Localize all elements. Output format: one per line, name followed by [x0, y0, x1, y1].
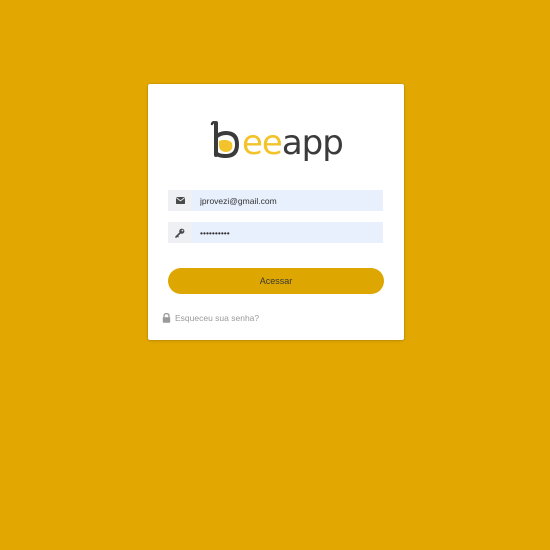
- password-field-group: [168, 222, 383, 243]
- email-input[interactable]: [192, 190, 383, 211]
- forgot-password-link[interactable]: Esqueceu sua senha?: [162, 313, 259, 323]
- password-input[interactable]: [192, 222, 383, 243]
- key-icon: [168, 222, 192, 243]
- logo-wordmark-accent: ee: [242, 123, 283, 163]
- beeapp-logo: eeapp: [210, 116, 344, 164]
- login-card: eeapp Acessar Esqueceu sua senha?: [148, 84, 404, 340]
- email-field-group: [168, 190, 383, 211]
- login-button[interactable]: Acessar: [168, 268, 384, 294]
- envelope-icon: [168, 190, 192, 211]
- bee-logo-mark-icon: [210, 120, 240, 159]
- logo-wordmark-suffix: app: [281, 123, 344, 163]
- lock-icon: [162, 313, 171, 323]
- forgot-password-label: Esqueceu sua senha?: [175, 313, 260, 323]
- logo-wordmark: eeapp: [242, 123, 344, 163]
